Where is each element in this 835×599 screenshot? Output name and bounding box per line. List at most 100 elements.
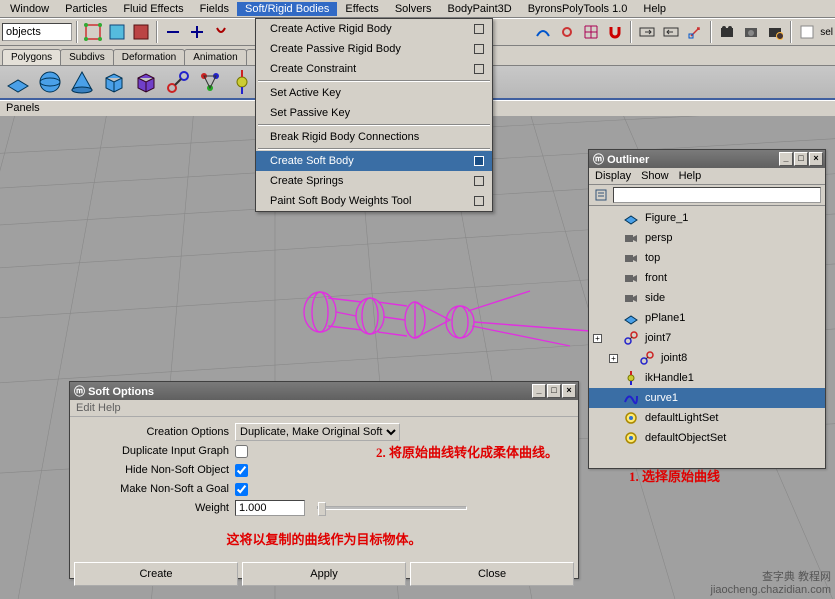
skeleton-icon[interactable] bbox=[196, 68, 224, 96]
minimize-button[interactable]: _ bbox=[779, 152, 793, 166]
menu-item-create-soft-body[interactable]: Create Soft Body bbox=[256, 151, 492, 171]
option-box-icon[interactable] bbox=[474, 196, 484, 206]
menu-window[interactable]: Window bbox=[2, 2, 57, 16]
soft-options-titlebar[interactable]: ⓜ Soft Options _ □ × bbox=[70, 382, 578, 400]
nurbs-sphere-icon[interactable] bbox=[36, 68, 64, 96]
outliner-menu-help[interactable]: Help bbox=[679, 170, 702, 182]
node-label: top bbox=[645, 252, 660, 264]
menu-fields[interactable]: Fields bbox=[192, 2, 237, 16]
menu-item-set-active-key[interactable]: Set Active Key bbox=[256, 83, 492, 103]
outliner-menu-display[interactable]: Display bbox=[595, 170, 631, 182]
sel-vertex-icon[interactable] bbox=[82, 21, 104, 43]
output-icon[interactable] bbox=[660, 21, 682, 43]
outliner-filter-input[interactable] bbox=[613, 187, 821, 203]
ipr-icon[interactable] bbox=[740, 21, 762, 43]
outliner-node-side[interactable]: side bbox=[589, 288, 825, 308]
sel-face-icon[interactable] bbox=[130, 21, 152, 43]
goal-checkbox[interactable] bbox=[235, 483, 248, 496]
nurbs-cone-icon[interactable] bbox=[68, 68, 96, 96]
construct-icon[interactable] bbox=[684, 21, 706, 43]
outliner-node-pplane1[interactable]: pPlane1 bbox=[589, 308, 825, 328]
outliner-node-persp[interactable]: persp bbox=[589, 228, 825, 248]
menu-item-paint-soft-body-weights-tool[interactable]: Paint Soft Body Weights Tool bbox=[256, 191, 492, 211]
outliner-node-front[interactable]: front bbox=[589, 268, 825, 288]
menu-soft-rigid-bodies[interactable]: Soft/Rigid Bodies bbox=[237, 2, 337, 16]
apply-button[interactable]: Apply bbox=[242, 562, 406, 586]
option-box-icon[interactable] bbox=[474, 44, 484, 54]
nurbs-cube-icon[interactable] bbox=[100, 68, 128, 96]
expand-icon[interactable]: + bbox=[593, 334, 602, 343]
menu-bodypaint3d[interactable]: BodyPaint3D bbox=[440, 2, 520, 16]
joint-icon bbox=[639, 350, 655, 366]
magnet-icon[interactable] bbox=[604, 21, 626, 43]
menu-item-break-rigid-body-connections[interactable]: Break Rigid Body Connections bbox=[256, 127, 492, 147]
close-button[interactable]: × bbox=[809, 152, 823, 166]
outliner-node-top[interactable]: top bbox=[589, 248, 825, 268]
close-button[interactable]: × bbox=[562, 384, 576, 398]
poly-cube-icon[interactable] bbox=[132, 68, 160, 96]
creation-options-select[interactable]: Duplicate, Make Original Soft bbox=[235, 423, 400, 441]
joint-icon[interactable] bbox=[164, 68, 192, 96]
node-label: defaultLightSet bbox=[645, 412, 718, 424]
panels-label[interactable]: Panels bbox=[6, 102, 40, 114]
sel-mode-b-icon[interactable] bbox=[186, 21, 208, 43]
outliner-tree[interactable]: Figure_1persptopfrontsidepPlane1+joint7+… bbox=[589, 206, 825, 454]
outliner-titlebar[interactable]: ⓜ Outliner _ □ × bbox=[589, 150, 825, 168]
surface-icon bbox=[623, 310, 639, 326]
weight-slider[interactable] bbox=[317, 506, 467, 510]
option-box-icon[interactable] bbox=[474, 176, 484, 186]
menu-effects[interactable]: Effects bbox=[337, 2, 386, 16]
annotation-1: 1. 选择原始曲线 bbox=[629, 466, 720, 485]
maximize-button[interactable]: □ bbox=[547, 384, 561, 398]
shelf-tab-polygons[interactable]: Polygons bbox=[2, 49, 61, 65]
maximize-button[interactable]: □ bbox=[794, 152, 808, 166]
shelf-tab-deformation[interactable]: Deformation bbox=[113, 49, 185, 65]
expand-icon[interactable]: + bbox=[609, 354, 618, 363]
menu-particles[interactable]: Particles bbox=[57, 2, 115, 16]
outliner-node-defaultlightset[interactable]: defaultLightSet bbox=[589, 408, 825, 428]
outliner-node-joint8[interactable]: +joint8 bbox=[589, 348, 825, 368]
dup-graph-checkbox[interactable] bbox=[235, 445, 248, 458]
menu-fluid-effects[interactable]: Fluid Effects bbox=[115, 2, 191, 16]
annotation-3: 这将以复制的曲线作为目标物体。 bbox=[226, 532, 421, 547]
nurbs-plane-icon[interactable] bbox=[4, 68, 32, 96]
outliner-menu-show[interactable]: Show bbox=[641, 170, 669, 182]
outliner-node-figure_1[interactable]: Figure_1 bbox=[589, 208, 825, 228]
shelf-tab-subdivs[interactable]: Subdivs bbox=[60, 49, 114, 65]
hide-nonsoft-label: Hide Non-Soft Object bbox=[80, 464, 235, 476]
menu-help[interactable]: Help bbox=[635, 2, 674, 16]
snap-curve-icon[interactable] bbox=[532, 21, 554, 43]
outliner-node-defaultobjectset[interactable]: defaultObjectSet bbox=[589, 428, 825, 448]
menu-solvers[interactable]: Solvers bbox=[387, 2, 440, 16]
close-button-action[interactable]: Close bbox=[410, 562, 574, 586]
outliner-node-ikhandle1[interactable]: ikHandle1 bbox=[589, 368, 825, 388]
weight-field[interactable] bbox=[235, 500, 305, 516]
option-box-icon[interactable] bbox=[474, 24, 484, 34]
ik-icon[interactable] bbox=[228, 68, 256, 96]
option-box-icon[interactable] bbox=[474, 64, 484, 74]
menu-item-set-passive-key[interactable]: Set Passive Key bbox=[256, 103, 492, 123]
field-a-icon[interactable] bbox=[796, 21, 818, 43]
menu-item-create-passive-rigid-body[interactable]: Create Passive Rigid Body bbox=[256, 39, 492, 59]
snap-point-icon[interactable] bbox=[556, 21, 578, 43]
sel-mode-a-icon[interactable] bbox=[162, 21, 184, 43]
menu-byronspolytools-1-0[interactable]: ByronsPolyTools 1.0 bbox=[520, 2, 636, 16]
menu-item-create-springs[interactable]: Create Springs bbox=[256, 171, 492, 191]
create-button[interactable]: Create bbox=[74, 562, 238, 586]
sel-edge-icon[interactable] bbox=[106, 21, 128, 43]
render-globals-icon[interactable] bbox=[764, 21, 786, 43]
filter-icon[interactable] bbox=[593, 187, 609, 203]
menu-item-create-constraint[interactable]: Create Constraint bbox=[256, 59, 492, 79]
snap-grid-icon[interactable] bbox=[580, 21, 602, 43]
selection-mode-field[interactable] bbox=[2, 23, 72, 41]
render-icon[interactable] bbox=[716, 21, 738, 43]
sel-mode-c-icon[interactable] bbox=[210, 21, 232, 43]
outliner-node-curve1[interactable]: curve1 bbox=[589, 388, 825, 408]
shelf-tab-animation[interactable]: Animation bbox=[184, 49, 246, 65]
menu-item-create-active-rigid-body[interactable]: Create Active Rigid Body bbox=[256, 19, 492, 39]
outliner-node-joint7[interactable]: +joint7 bbox=[589, 328, 825, 348]
minimize-button[interactable]: _ bbox=[532, 384, 546, 398]
hide-nonsoft-checkbox[interactable] bbox=[235, 464, 248, 477]
option-box-icon[interactable] bbox=[474, 156, 484, 166]
input-icon[interactable] bbox=[636, 21, 658, 43]
